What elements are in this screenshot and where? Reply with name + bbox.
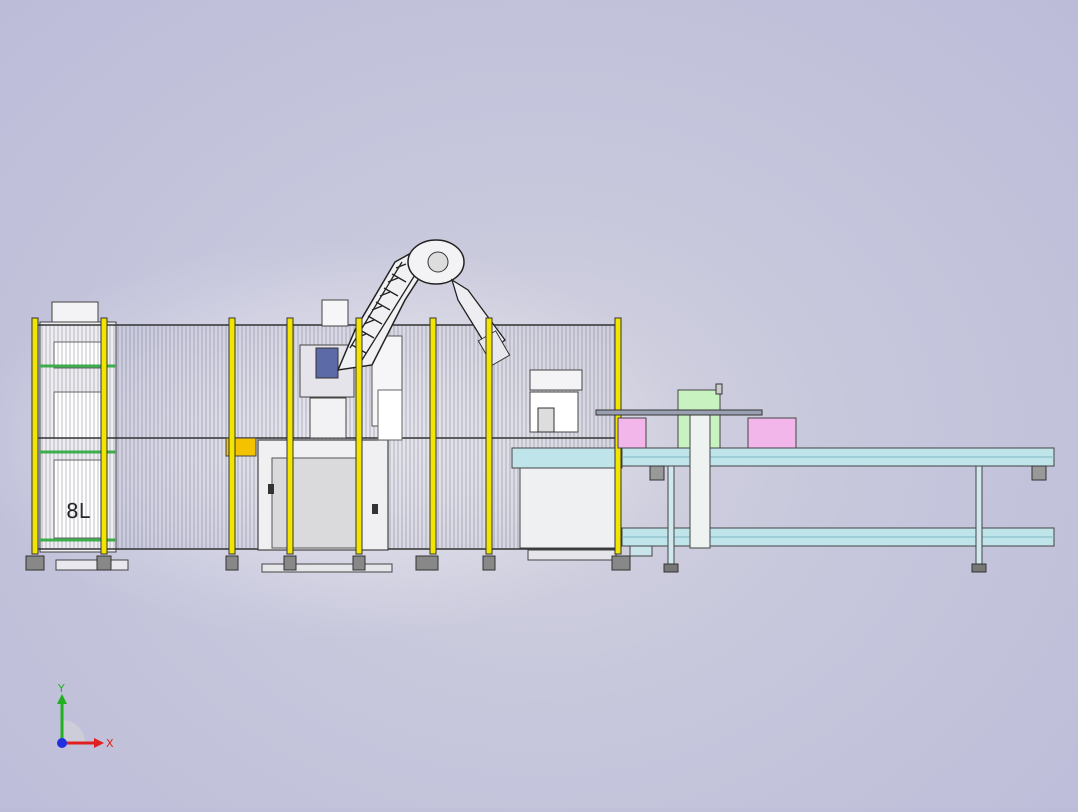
- y-axis-label: Y: [57, 682, 65, 695]
- cad-viewport[interactable]: 8L: [0, 0, 1078, 808]
- x-axis-label: X: [106, 737, 114, 750]
- z-axis-dot: [57, 738, 67, 748]
- assembly-drawing: 8L: [0, 239, 1055, 640]
- triad-graphic: Y X: [57, 682, 114, 750]
- view-orientation-triad[interactable]: Y X: [40, 680, 130, 760]
